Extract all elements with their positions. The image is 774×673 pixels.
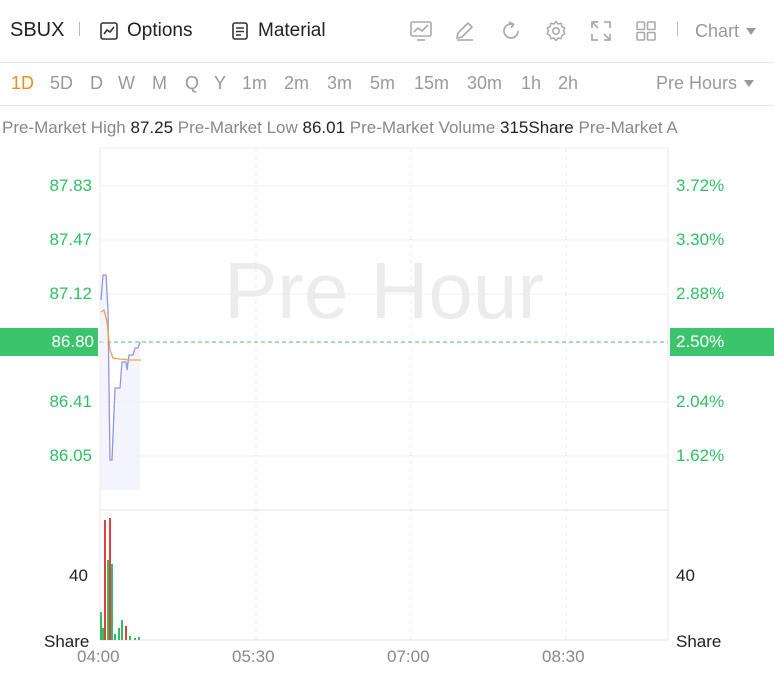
percent-tick: 2.04% [676,392,725,411]
options-button[interactable]: Options [99,18,192,44]
percent-tick: 3.72% [676,176,725,195]
volume-tick: 40 [69,566,88,585]
time-tick: 04:00 [77,647,120,666]
current-price-value: 86.80 [51,332,94,351]
premarket-low-label: Pre-Market Low [177,118,298,137]
layout-button[interactable] [633,18,659,44]
interval-bar: 1D 5D D W M Q Y 1m 2m 3m 5m 15m 30m 1h 2… [0,63,774,106]
toolbar-divider [677,22,678,36]
indicator-icon [410,21,432,41]
interval-1h[interactable]: 1h [521,73,541,94]
current-percent-badge: 2.50% [670,328,774,356]
volume-bar [129,636,131,640]
gear-icon [546,20,566,42]
premarket-high-value: 87.25 [130,118,174,137]
volume-bar [102,628,104,640]
session-dropdown[interactable]: Pre Hours [656,73,755,94]
toolbar-divider [79,22,80,36]
current-percent-value: 2.50% [676,332,725,351]
time-tick: 07:00 [387,647,430,666]
interval-w[interactable]: W [118,73,135,94]
interval-d[interactable]: D [90,73,103,94]
price-tick: 86.41 [49,392,92,411]
volume-bar [104,520,106,640]
volume-unit: Share [676,632,722,651]
premarket-low-value: 86.01 [302,118,346,137]
volume-bar [111,564,113,640]
document-icon [232,22,248,40]
price-chart[interactable]: Pre Hour [0,145,774,645]
volume-bar [107,560,109,640]
price-tick: 87.12 [49,284,92,303]
interval-y[interactable]: Y [214,73,226,94]
premarket-high-label: Pre-Market High [2,118,126,137]
volume-bars [100,518,140,640]
interval-30m[interactable]: 30m [467,73,502,94]
volume-bar [121,620,123,640]
interval-5m[interactable]: 5m [370,73,395,94]
price-tick: 87.47 [49,230,92,249]
interval-2m[interactable]: 2m [284,73,309,94]
caret-down-icon [746,28,757,35]
price-tick: 86.05 [49,446,92,465]
interval-5d[interactable]: 5D [50,73,73,94]
volume-bar [109,518,111,640]
top-toolbar: SBUX Options Material Chart [0,0,774,63]
interval-2h[interactable]: 2h [558,73,578,94]
volume-bar [134,638,136,640]
settings-button[interactable] [543,18,569,44]
pencil-icon [455,21,474,41]
caret-down-icon [744,80,755,87]
draw-button[interactable] [452,18,478,44]
volume-bar [114,634,116,640]
interval-15m[interactable]: 15m [414,73,449,94]
premarket-amount-label: Pre-Market A [578,118,678,137]
premarket-volume-label: Pre-Market Volume [349,118,496,137]
options-icon [100,22,118,40]
volume-tick: 40 [676,566,695,585]
time-tick: 05:30 [232,647,275,666]
percent-tick: 2.88% [676,284,725,303]
fullscreen-button[interactable] [588,18,614,44]
chart-type-label: Chart [695,21,740,41]
refresh-button[interactable] [498,18,524,44]
expand-icon [591,21,611,41]
volume-bar [138,637,140,640]
interval-m[interactable]: M [152,73,167,94]
time-tick: 08:30 [542,647,585,666]
price-tick: 87.83 [49,176,92,195]
material-button[interactable]: Material [230,18,326,44]
interval-3m[interactable]: 3m [327,73,352,94]
session-label: Pre Hours [656,73,738,93]
current-price-badge: 86.80 [0,328,98,356]
material-label: Material [258,20,326,41]
premarket-stats: Pre-Market High 87.25 Pre-Market Low 86.… [2,118,774,138]
percent-tick: 3.30% [676,230,725,249]
percent-tick: 1.62% [676,446,725,465]
chart-watermark: Pre Hour [224,246,544,335]
refresh-icon [503,21,519,39]
chart-type-dropdown[interactable]: Chart [695,21,757,42]
interval-1d[interactable]: 1D [11,73,34,94]
interval-q[interactable]: Q [185,73,199,94]
grid-icon [636,21,656,41]
volume-bar [100,612,102,640]
volume-bar [118,628,120,640]
options-label: Options [127,20,193,41]
interval-1m[interactable]: 1m [242,73,267,94]
ticker-symbol[interactable]: SBUX [10,19,64,42]
volume-bar [125,626,127,640]
indicator-button[interactable] [408,18,434,44]
premarket-volume-value: 315Share [500,118,574,137]
